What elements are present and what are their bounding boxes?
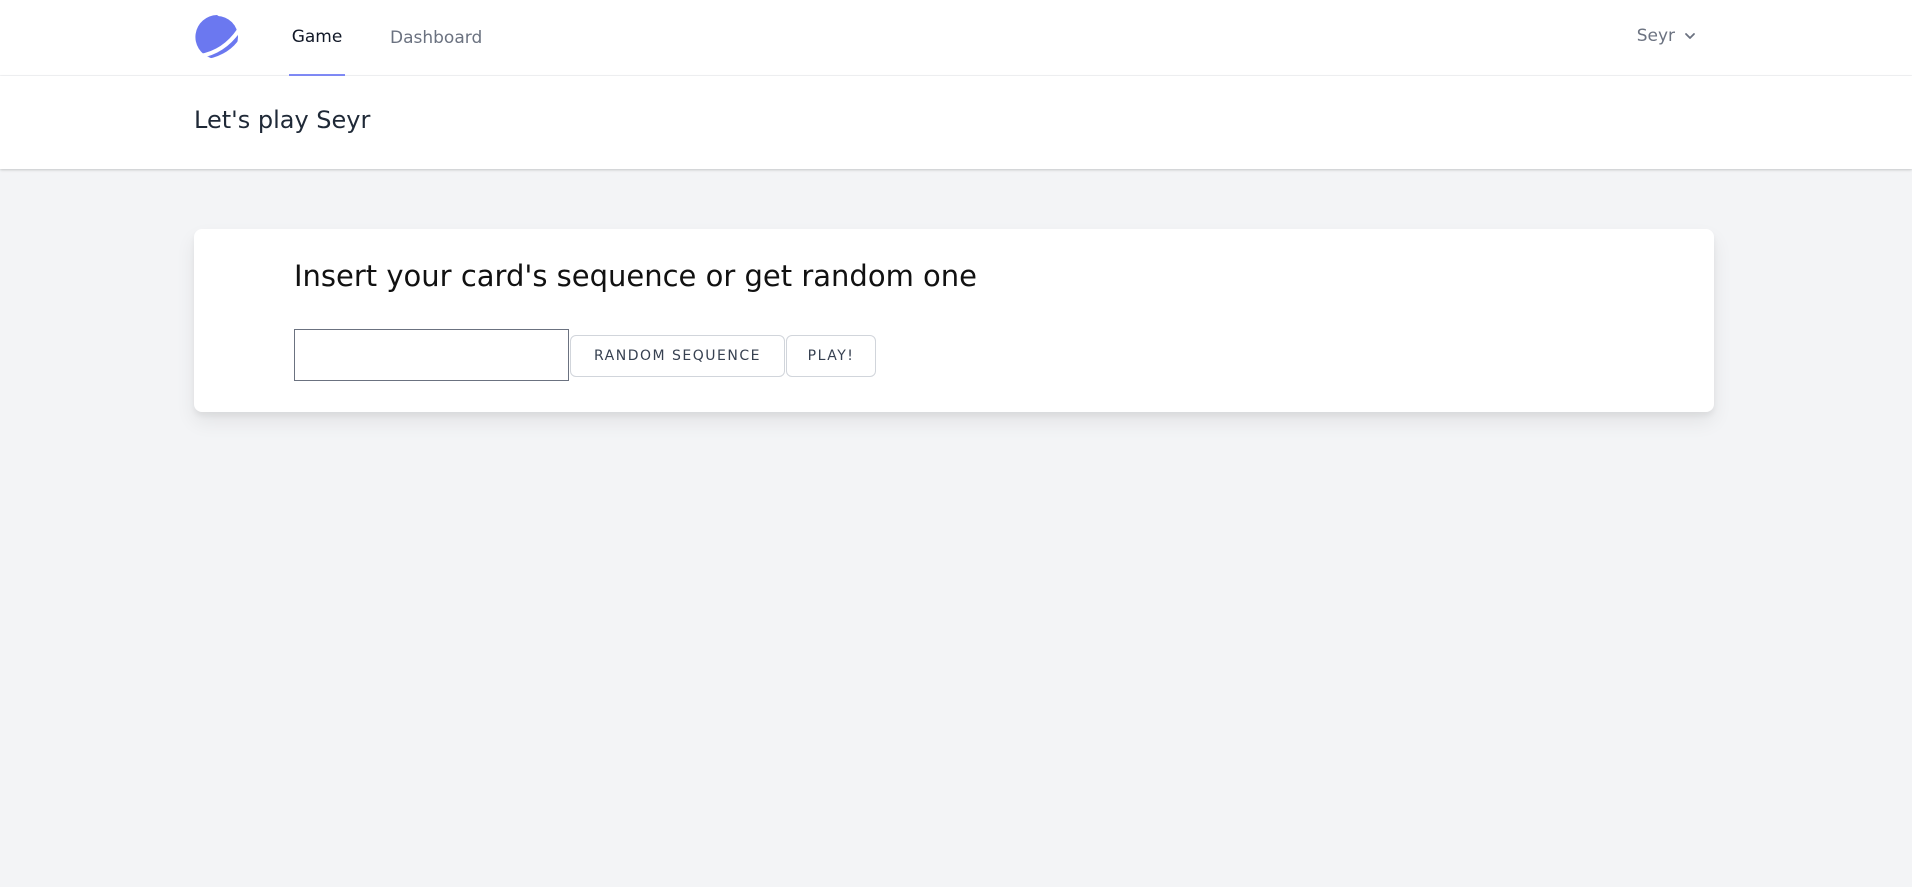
page-title: Let's play Seyr (194, 106, 371, 134)
nav-tab-dashboard[interactable]: Dashboard (390, 0, 482, 76)
random-sequence-button-label: RANDOM SEQUENCE (594, 348, 761, 364)
user-menu-dropdown[interactable]: Seyr (1637, 0, 1697, 72)
random-sequence-button[interactable]: RANDOM SEQUENCE (570, 335, 785, 377)
play-button-label: PLAY! (807, 348, 855, 364)
card-heading: Insert your card's sequence or get rando… (294, 259, 978, 293)
sequence-input[interactable] (294, 329, 569, 381)
top-navigation: Game Dashboard Seyr (0, 0, 1912, 76)
sequence-card: Insert your card's sequence or get rando… (194, 229, 1714, 412)
crescent-planet-logo-icon[interactable] (194, 14, 241, 60)
page-header: Let's play Seyr (0, 76, 1912, 169)
chevron-down-icon (1683, 29, 1697, 43)
nav-tab-game[interactable]: Game (289, 0, 345, 76)
nav-tab-dashboard-label: Dashboard (390, 28, 483, 48)
user-name: Seyr (1636, 26, 1675, 46)
nav-tab-game-label: Game (291, 27, 343, 47)
play-button[interactable]: PLAY! (786, 335, 876, 377)
